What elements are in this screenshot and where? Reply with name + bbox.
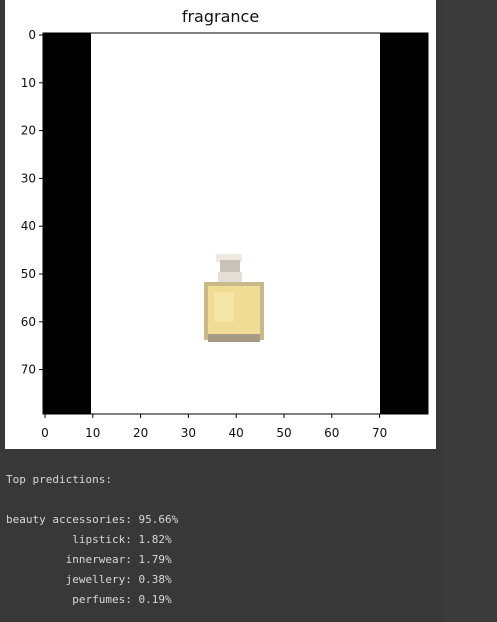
prediction-label: lipstick <box>6 533 126 546</box>
prediction-line: innerwear: 1.79% <box>6 550 178 570</box>
image-background <box>43 33 428 414</box>
prediction-value: 0.38% <box>138 573 172 586</box>
prediction-value: 1.82% <box>138 533 172 546</box>
prediction-label: innerwear <box>6 553 126 566</box>
y-tick-label: 60 <box>21 315 36 329</box>
y-tick-label: 0 <box>28 28 36 42</box>
prediction-line: jewellery: 0.38% <box>6 570 178 590</box>
x-tick-label: 50 <box>276 426 291 440</box>
prediction-line: beauty accessories: 95.66% <box>6 510 178 530</box>
prediction-separator: : <box>125 553 139 566</box>
prediction-value: 95.66% <box>138 513 179 526</box>
prediction-label: perfumes <box>6 593 126 606</box>
x-tick-label: 0 <box>41 426 49 440</box>
prediction-separator: : <box>125 533 139 546</box>
prediction-separator: : <box>125 513 139 526</box>
x-tick-label: 20 <box>133 426 148 440</box>
y-tick-label: 40 <box>21 219 36 233</box>
output-blank-line <box>6 490 178 510</box>
output-scroll-area <box>443 0 497 622</box>
figure-panel: fragrance 0 10 20 30 40 50 60 70 0 10 20 30 40 50 60 7… <box>5 0 436 449</box>
x-tick-label: 30 <box>181 426 196 440</box>
output-text: Top predictions: beauty accessories: 95.… <box>6 470 178 610</box>
y-tick-label: 50 <box>21 267 36 281</box>
y-tick-label: 30 <box>21 171 36 185</box>
y-tick-label: 70 <box>21 363 36 377</box>
prediction-line: lipstick: 1.82% <box>6 530 178 550</box>
output-header: Top predictions: <box>6 473 112 486</box>
prediction-value: 1.79% <box>138 553 172 566</box>
y-tick-label: 10 <box>21 76 36 90</box>
prediction-line: perfumes: 0.19% <box>6 590 178 610</box>
prediction-value: 0.19% <box>138 593 172 606</box>
left-black-band <box>43 33 91 414</box>
prediction-separator: : <box>125 593 139 606</box>
x-tick-label: 10 <box>85 426 100 440</box>
y-axis: 0 10 20 30 40 50 60 70 <box>21 28 43 377</box>
x-tick-label: 40 <box>229 426 244 440</box>
x-axis: 0 10 20 30 40 50 60 70 <box>41 414 387 440</box>
x-tick-label: 70 <box>372 426 387 440</box>
y-tick-label: 20 <box>21 124 36 138</box>
right-black-band <box>380 33 428 414</box>
image-axes: 0 10 20 30 40 50 60 70 0 10 20 30 40 50 60 70 <box>21 28 429 440</box>
prediction-label: jewellery <box>6 573 126 586</box>
prediction-label: beauty accessories <box>6 513 126 526</box>
prediction-separator: : <box>125 573 139 586</box>
x-tick-label: 60 <box>324 426 339 440</box>
